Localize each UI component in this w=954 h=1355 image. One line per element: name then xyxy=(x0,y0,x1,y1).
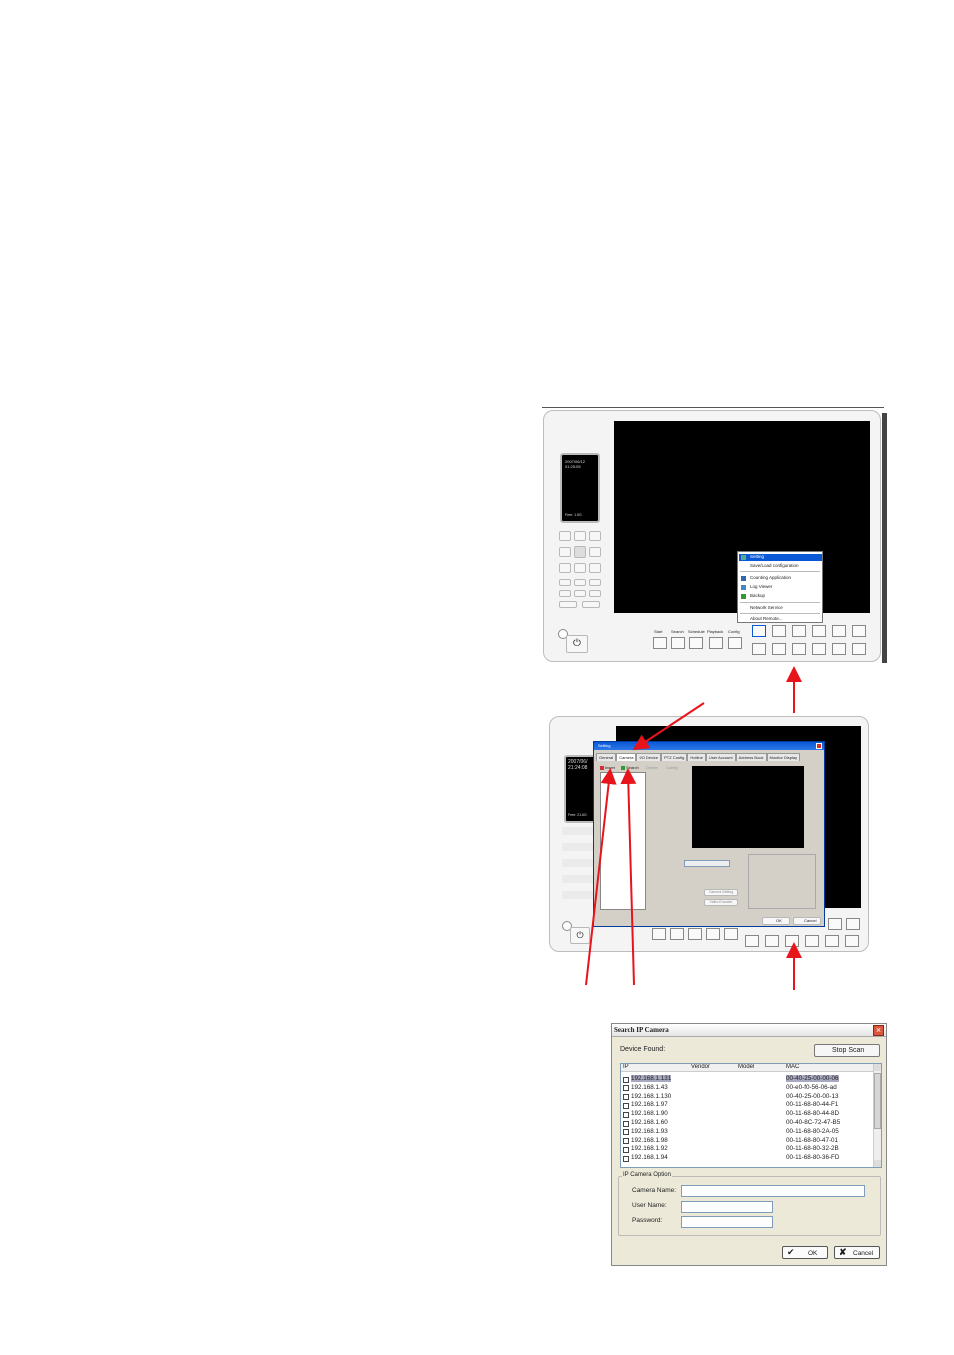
arrow-to-camera-tab xyxy=(632,702,705,751)
annotation-arrows xyxy=(585,666,802,990)
arrow-to-insert-button xyxy=(585,768,617,986)
arrow-to-search-button xyxy=(620,768,637,986)
